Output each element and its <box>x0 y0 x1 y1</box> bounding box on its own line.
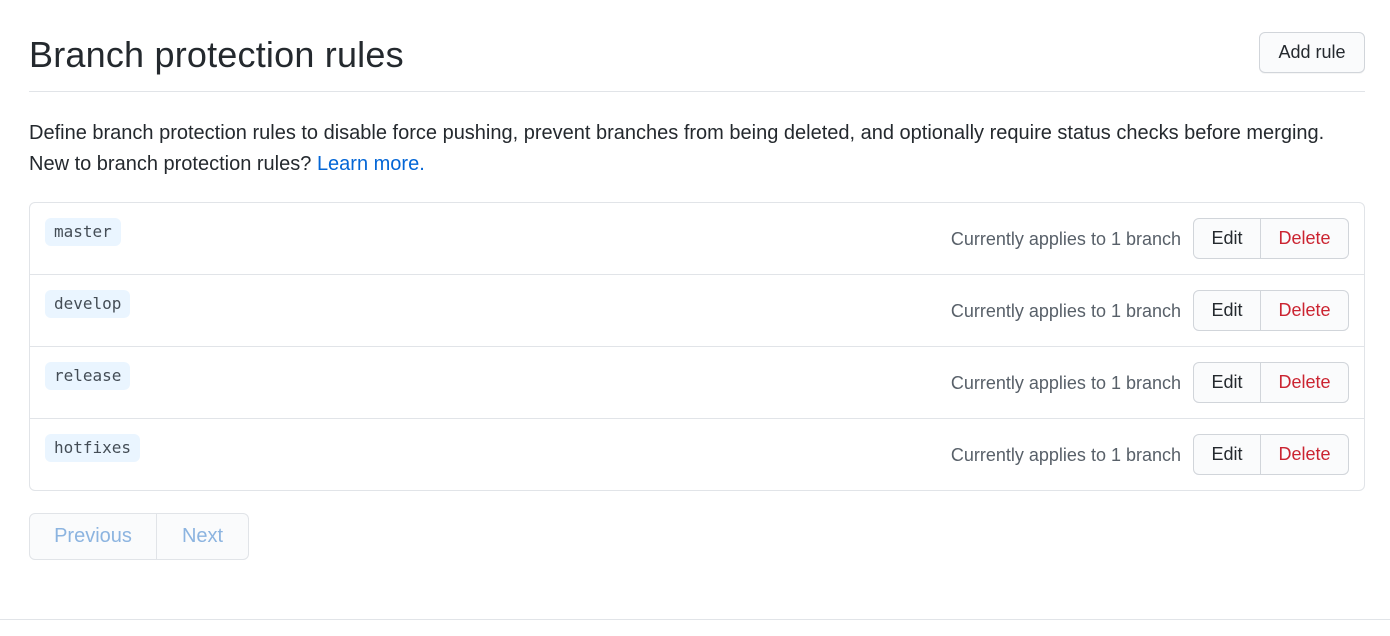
applies-text: Currently applies to 1 branch <box>950 445 1181 465</box>
page-header: Branch protection rules Add rule <box>29 28 1365 92</box>
rule-actions: Edit Delete <box>1193 218 1349 259</box>
edit-button[interactable]: Edit <box>1193 218 1261 259</box>
branch-name: master <box>45 218 121 246</box>
add-rule-button[interactable]: Add rule <box>1259 32 1365 73</box>
next-button[interactable]: Next <box>157 513 249 560</box>
rule-row: release Currently applies to 1 branch Ed… <box>30 347 1364 419</box>
delete-button[interactable]: Delete <box>1261 434 1349 475</box>
delete-button[interactable]: Delete <box>1261 218 1349 259</box>
page: Branch protection rules Add rule Define … <box>0 0 1390 636</box>
applies-text: Currently applies to 1 branch <box>950 301 1181 321</box>
edit-button[interactable]: Edit <box>1193 362 1261 403</box>
footer-divider <box>0 619 1390 620</box>
previous-button[interactable]: Previous <box>29 513 157 560</box>
rules-list: master Currently applies to 1 branch Edi… <box>29 202 1365 491</box>
branch-name: hotfixes <box>45 434 141 462</box>
applies-text: Currently applies to 1 branch <box>950 373 1181 393</box>
rule-row: develop Currently applies to 1 branch Ed… <box>30 275 1364 347</box>
rule-actions: Edit Delete <box>1193 362 1349 403</box>
page-title: Branch protection rules <box>29 34 404 75</box>
rule-row: hotfixes Currently applies to 1 branch E… <box>30 419 1364 490</box>
branch-name: release <box>45 362 131 390</box>
edit-button[interactable]: Edit <box>1193 290 1261 331</box>
applies-text: Currently applies to 1 branch <box>950 229 1181 249</box>
rule-row: master Currently applies to 1 branch Edi… <box>30 203 1364 275</box>
description: Define branch protection rules to disabl… <box>29 118 1365 180</box>
edit-button[interactable]: Edit <box>1193 434 1261 475</box>
delete-button[interactable]: Delete <box>1261 362 1349 403</box>
pagination: Previous Next <box>29 513 249 560</box>
rule-actions: Edit Delete <box>1193 434 1349 475</box>
description-text: Define branch protection rules to disabl… <box>29 122 1325 175</box>
branch-name: develop <box>45 290 131 318</box>
rule-actions: Edit Delete <box>1193 290 1349 331</box>
delete-button[interactable]: Delete <box>1261 290 1349 331</box>
learn-more-link[interactable]: Learn more. <box>317 153 425 175</box>
